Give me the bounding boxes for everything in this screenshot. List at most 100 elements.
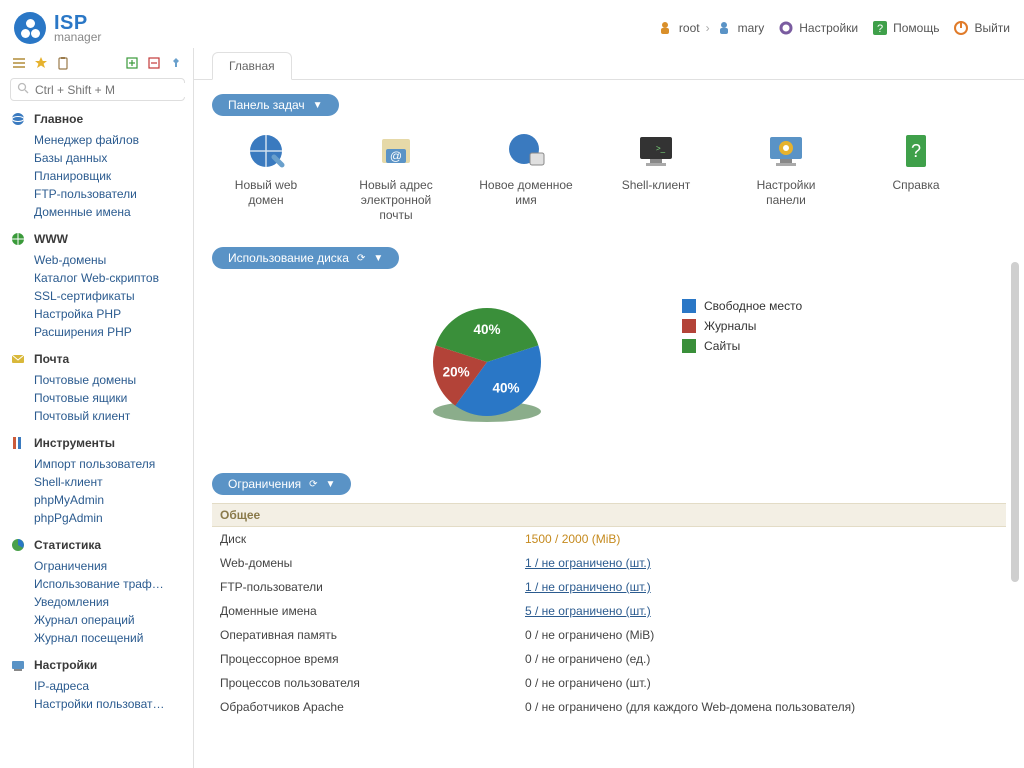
- table-row: Web-домены1 / не ограничено (шт.): [212, 551, 1006, 575]
- table-row: FTP-пользователи1 / не ограничено (шт.): [212, 575, 1006, 599]
- tab-main[interactable]: Главная: [212, 52, 292, 80]
- logout-link[interactable]: Выйти: [953, 20, 1010, 36]
- nav-item[interactable]: Планировщик: [34, 167, 185, 185]
- nav-group-3[interactable]: Инструменты: [10, 435, 185, 451]
- task-item[interactable]: @Новый адрес электронной почты: [346, 130, 446, 223]
- task-item[interactable]: Новый web домен: [216, 130, 316, 223]
- tasks-header[interactable]: Панель задач ▼: [212, 94, 339, 116]
- nav-item[interactable]: phpPgAdmin: [34, 509, 185, 527]
- list-icon[interactable]: [10, 54, 28, 72]
- topnav: root › mary Настройки ? Помощь Выйти: [657, 20, 1010, 36]
- settings-link[interactable]: Настройки: [778, 20, 858, 36]
- tasks-title: Панель задач: [228, 98, 305, 112]
- nav-group-4[interactable]: Статистика: [10, 537, 185, 553]
- chevron-right-icon: ›: [706, 21, 710, 35]
- legend-item: Свободное место: [682, 299, 802, 313]
- pin-icon[interactable]: [167, 54, 185, 72]
- nav-group-0[interactable]: Главное: [10, 111, 185, 127]
- nav-item[interactable]: Почтовый клиент: [34, 407, 185, 425]
- task-item[interactable]: Настройки панели: [736, 130, 836, 223]
- main: Панель задач ▼ Новый web домен @Новый адр…: [194, 80, 1024, 733]
- nav-item[interactable]: Журнал посещений: [34, 629, 185, 647]
- nav-item[interactable]: Web-домены: [34, 251, 185, 269]
- pie-chart: 40%20%40%: [412, 293, 562, 443]
- task-label: Shell-клиент: [606, 178, 706, 193]
- task-item[interactable]: Новое доменное имя: [476, 130, 576, 223]
- nav-item[interactable]: Расширения PHP: [34, 323, 185, 341]
- nav-item[interactable]: Доменные имена: [34, 203, 185, 221]
- nav-item[interactable]: Почтовые домены: [34, 371, 185, 389]
- logo-icon: [14, 12, 46, 44]
- disk-body: 40%20%40% Свободное местоЖурналыСайты: [412, 293, 1006, 443]
- svg-text:@: @: [390, 149, 402, 163]
- logout-label: Выйти: [974, 21, 1010, 35]
- legend-swatch: [682, 299, 696, 313]
- task-label: Новое доменное имя: [476, 178, 576, 208]
- logo-text: ISP manager: [54, 13, 101, 43]
- legend-swatch: [682, 319, 696, 333]
- nav-item[interactable]: Настройки пользоват…: [34, 695, 185, 713]
- star-icon[interactable]: [32, 54, 50, 72]
- limit-key: Процессов пользователя: [212, 671, 517, 695]
- collapse-icon[interactable]: [145, 54, 163, 72]
- crumb-root[interactable]: root: [679, 21, 700, 35]
- nav-item[interactable]: Импорт пользователя: [34, 455, 185, 473]
- help-label: Помощь: [893, 21, 939, 35]
- chevron-down-icon: ▼: [373, 253, 383, 264]
- limit-value[interactable]: 1 / не ограничено (шт.): [517, 575, 1006, 599]
- task-icon: [759, 130, 813, 172]
- crumb-user[interactable]: mary: [738, 21, 765, 35]
- nav-item[interactable]: Почтовые ящики: [34, 389, 185, 407]
- task-item[interactable]: ? Справка: [866, 130, 966, 223]
- expand-icon[interactable]: [123, 54, 141, 72]
- nav-item[interactable]: Использование траф…: [34, 575, 185, 593]
- nav-item[interactable]: Shell-клиент: [34, 473, 185, 491]
- group-title: WWW: [34, 232, 68, 246]
- nav-item[interactable]: Базы данных: [34, 149, 185, 167]
- task-item[interactable]: >_Shell-клиент: [606, 130, 706, 223]
- logout-icon: [953, 20, 969, 36]
- nav-group-1[interactable]: WWW: [10, 231, 185, 247]
- nav-item[interactable]: Журнал операций: [34, 611, 185, 629]
- limit-value: 0 / не ограничено (для каждого Web-домен…: [517, 695, 1006, 719]
- clipboard-icon[interactable]: [54, 54, 72, 72]
- nav-group-2[interactable]: Почта: [10, 351, 185, 367]
- task-label: Справка: [866, 178, 966, 193]
- group-title: Настройки: [34, 658, 97, 672]
- limit-key: Web-домены: [212, 551, 517, 575]
- nav-item[interactable]: IP-адреса: [34, 677, 185, 695]
- pie-legend: Свободное местоЖурналыСайты: [682, 299, 802, 359]
- logo: ISP manager: [14, 12, 101, 44]
- nav-item[interactable]: Менеджер файлов: [34, 131, 185, 149]
- table-row: Процессов пользователя0 / не ограничено …: [212, 671, 1006, 695]
- chevron-down-icon: ▼: [313, 100, 323, 111]
- nav-item[interactable]: SSL-сертификаты: [34, 287, 185, 305]
- task-icon: [499, 130, 553, 172]
- search-field[interactable]: [35, 83, 190, 97]
- limits-header[interactable]: Ограничения ⟳ ▼: [212, 473, 351, 495]
- limit-key: Обработчиков Apache: [212, 695, 517, 719]
- task-icon: [239, 130, 293, 172]
- nav-group-5[interactable]: Настройки: [10, 657, 185, 673]
- legend-label: Журналы: [704, 319, 756, 333]
- nav-item[interactable]: phpMyAdmin: [34, 491, 185, 509]
- nav-item[interactable]: Ограничения: [34, 557, 185, 575]
- pie-label: 20%: [443, 365, 470, 380]
- task-icon: ?: [889, 130, 943, 172]
- group-title: Статистика: [34, 538, 101, 552]
- search-input[interactable]: [10, 78, 185, 101]
- scrollbar[interactable]: [1010, 78, 1020, 766]
- nav-item[interactable]: FTP-пользователи: [34, 185, 185, 203]
- refresh-icon: ⟳: [357, 253, 365, 264]
- nav-item[interactable]: Каталог Web-скриптов: [34, 269, 185, 287]
- limit-value[interactable]: 1 / не ограничено (шт.): [517, 551, 1006, 575]
- nav-item[interactable]: Уведомления: [34, 593, 185, 611]
- limit-value: 0 / не ограничено (MiB): [517, 623, 1006, 647]
- nav-item[interactable]: Настройка PHP: [34, 305, 185, 323]
- limit-value[interactable]: 5 / не ограничено (шт.): [517, 599, 1006, 623]
- sidebar: Главное Менеджер файловБазы данныхПланиро…: [0, 48, 194, 768]
- disk-header[interactable]: Использование диска ⟳ ▼: [212, 247, 399, 269]
- chevron-down-icon: ▼: [326, 479, 336, 490]
- legend-swatch: [682, 339, 696, 353]
- help-link[interactable]: ? Помощь: [872, 20, 939, 36]
